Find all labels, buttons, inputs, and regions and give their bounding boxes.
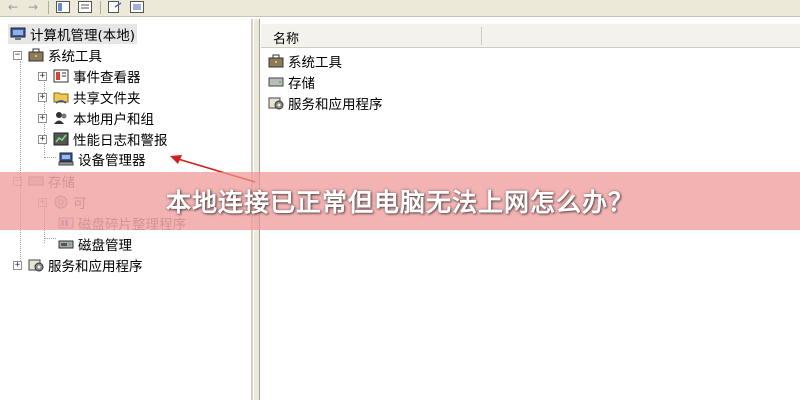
tree-line [44, 238, 56, 239]
list-item-label: 服务和应用程序 [288, 97, 383, 113]
toolbar: ← → [0, 0, 800, 17]
tree-item-label: 磁盘管理 [78, 238, 132, 254]
tree-item-services-apps[interactable]: + 服务和应用程序 [13, 255, 143, 275]
shared-folder-icon [53, 89, 69, 105]
export-list-button[interactable] [106, 0, 124, 14]
performance-log-icon [53, 131, 69, 147]
help-button[interactable] [128, 0, 146, 14]
list-item[interactable]: 系统工具 [268, 51, 342, 71]
forward-arrow-icon: → [27, 0, 39, 14]
up-level-button[interactable] [54, 0, 72, 14]
column-divider[interactable] [481, 27, 482, 45]
tree-item-perf-logs[interactable]: + 性能日志和警报 [38, 129, 168, 149]
tree-item-label: 共享文件夹 [73, 91, 141, 107]
list-item[interactable]: 服务和应用程序 [268, 93, 383, 113]
list-item-label: 系统工具 [288, 55, 342, 71]
tree-item-disk-management[interactable]: 磁盘管理 [58, 234, 132, 254]
expand-toggle[interactable]: + [38, 113, 47, 123]
tree-item-label: 本地用户和组 [73, 112, 154, 128]
tree-line [20, 61, 21, 261]
help-icon [130, 0, 144, 13]
collapse-toggle[interactable]: − [13, 50, 22, 60]
toolbox-icon [268, 53, 284, 69]
column-header-label: 名称 [273, 32, 300, 47]
services-icon [268, 95, 284, 111]
tree-item-local-users[interactable]: + 本地用户和组 [38, 108, 154, 128]
console-tree-icon [56, 0, 70, 13]
banner-title: 本地连接已正常但电脑无法上网怎么办？ [165, 188, 634, 217]
tree-item-device-manager[interactable]: 设备管理器 [58, 149, 146, 169]
toolbox-icon [28, 47, 44, 63]
disk-management-icon [58, 236, 74, 252]
list-item[interactable]: 存储 [268, 72, 315, 92]
services-icon [28, 257, 44, 273]
tree-item-label: 服务和应用程序 [48, 259, 143, 275]
list-item-label: 存储 [288, 76, 315, 92]
forward-button[interactable]: → [24, 0, 42, 14]
expand-toggle[interactable]: + [38, 71, 47, 81]
properties-icon [78, 0, 92, 13]
device-manager-icon [58, 151, 74, 167]
tree-item-label: 计算机管理(本地) [30, 28, 136, 44]
tree-item-label: 设备管理器 [78, 153, 146, 169]
back-arrow-icon: ← [7, 0, 19, 14]
tree-line [44, 157, 56, 158]
title-banner: 本地连接已正常但电脑无法上网怎么办？ [0, 172, 800, 230]
tree-item-root[interactable]: 计算机管理(本地) [8, 24, 138, 44]
computer-icon [10, 26, 26, 42]
tree-item-system-tools[interactable]: − 系统工具 [13, 45, 102, 65]
back-button[interactable]: ← [4, 0, 22, 14]
tree-item-label: 性能日志和警报 [73, 133, 168, 149]
toolbar-divider [100, 1, 101, 14]
column-header-name[interactable]: 名称 [261, 24, 800, 48]
export-icon [108, 0, 122, 13]
event-viewer-icon [53, 68, 69, 84]
expand-toggle[interactable]: + [38, 92, 47, 102]
expand-toggle[interactable]: + [13, 260, 22, 270]
tree-item-label: 系统工具 [48, 49, 102, 65]
tree-item-event-viewer[interactable]: + 事件查看器 [38, 66, 141, 86]
tree-item-shared-folders[interactable]: + 共享文件夹 [38, 87, 141, 107]
users-icon [53, 110, 69, 126]
expand-toggle[interactable]: + [38, 134, 47, 144]
properties-button[interactable] [76, 0, 94, 14]
toolbar-divider [48, 1, 49, 14]
tree-item-label: 事件查看器 [73, 70, 141, 86]
storage-icon [268, 74, 284, 90]
